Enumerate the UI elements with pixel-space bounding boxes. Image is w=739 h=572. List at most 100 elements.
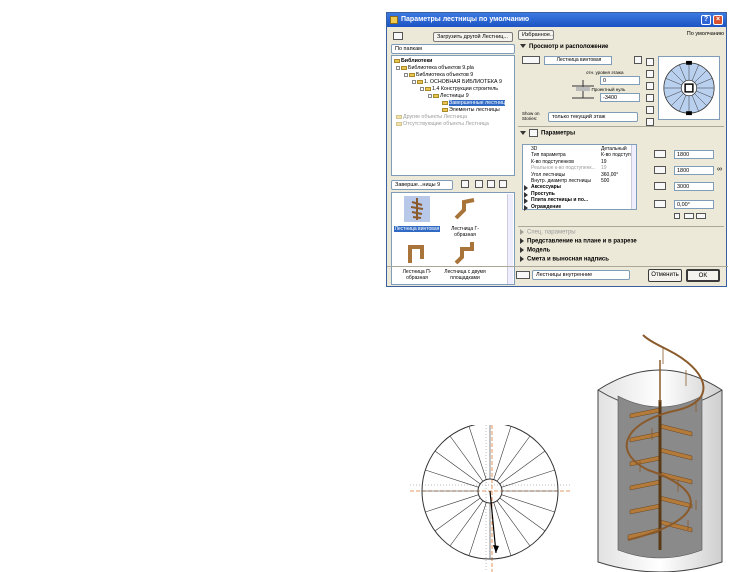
collapse-icon[interactable] xyxy=(396,65,400,70)
collapse-icon[interactable] xyxy=(420,86,424,91)
library-item-list[interactable]: Лестница винтовая Лестница Г-образная Ле… xyxy=(391,192,515,285)
ok-button[interactable]: OK xyxy=(686,269,720,282)
tree-item[interactable]: Лестницы 9 xyxy=(428,93,469,100)
grid-view-icon[interactable] xyxy=(499,180,507,188)
spiral-stair-3d-drawing xyxy=(597,334,723,572)
collapse-icon[interactable] xyxy=(404,72,408,77)
folder-icon xyxy=(433,93,439,98)
listing-label-section[interactable]: Смета и выносная надпись xyxy=(520,256,609,263)
rotation-angle-icon xyxy=(654,200,666,208)
angle-field[interactable]: 0,00° xyxy=(674,200,714,209)
rel-project-field[interactable]: -3400 xyxy=(600,93,640,102)
show-on-dropdown[interactable]: только текущий этаж xyxy=(548,112,638,122)
model-section[interactable]: Модель xyxy=(520,247,550,254)
folder-icon xyxy=(409,72,415,77)
l-stair-icon xyxy=(454,198,475,220)
folder-icon xyxy=(442,107,448,112)
tree-item-selected[interactable]: Завершенные лестниц xyxy=(442,100,506,107)
view-side-icon[interactable] xyxy=(646,70,654,78)
mirror-checkbox[interactable] xyxy=(674,213,680,219)
sort-icon[interactable] xyxy=(475,180,483,188)
folder-icon xyxy=(396,121,402,126)
depth-field[interactable]: 1800 xyxy=(674,166,714,175)
divider xyxy=(518,126,724,127)
tree-item[interactable]: Библиотека объектов 9 xyxy=(404,72,473,79)
tree-item[interactable]: Элементы лестницы xyxy=(442,107,500,114)
scrollbar[interactable] xyxy=(631,145,636,209)
two-landing-stair-icon xyxy=(454,242,474,265)
view-mode-dropdown[interactable]: По папкам xyxy=(391,44,515,54)
view-plan-icon[interactable] xyxy=(646,58,654,66)
spiral-plan-preview xyxy=(663,60,715,116)
tree-item[interactable]: Отсутствующие объекты Лестница xyxy=(396,121,489,128)
help-button[interactable]: ? xyxy=(701,15,711,25)
folder-icon xyxy=(442,100,448,105)
elevation-icon xyxy=(572,80,594,99)
stair-params-icon xyxy=(529,129,538,137)
load-other-stair-button[interactable]: Загрузить другой Лестниц... xyxy=(433,32,513,42)
list-view-icon[interactable] xyxy=(487,180,495,188)
preview-section-header[interactable]: Просмотр и расположение xyxy=(520,44,608,50)
expand-icon xyxy=(520,238,524,244)
collapse-icon[interactable] xyxy=(412,79,416,84)
folder-icon xyxy=(417,79,423,84)
u-stair-icon xyxy=(408,245,424,263)
chain-link-icon[interactable]: ∞ xyxy=(717,166,722,173)
expand-icon xyxy=(520,256,524,262)
width-field[interactable]: 1800 xyxy=(674,150,714,159)
close-button[interactable]: × xyxy=(713,15,723,25)
cancel-button[interactable]: Отменить xyxy=(648,269,682,282)
mirror-x-icon[interactable] xyxy=(684,213,694,219)
tree-item[interactable]: 1. ОСНОВНАЯ БИБЛИОТЕКА 9 xyxy=(412,79,502,86)
stair-name-field: Лестница винтовая xyxy=(544,56,612,65)
walk-line-arrow xyxy=(489,490,497,554)
rel-story-field[interactable]: 0 xyxy=(600,76,640,85)
tree-item[interactable]: Другие объекты Лестница xyxy=(396,114,467,121)
folder-icon xyxy=(394,58,400,63)
library-manager-icon[interactable] xyxy=(393,32,403,40)
folder-icon xyxy=(425,86,431,91)
tree-item[interactable]: 1.4 Конструкции строитель xyxy=(420,86,498,93)
library-tree[interactable]: Библиотеки Библиотека объектов 9.pla Биб… xyxy=(391,55,515,176)
divider xyxy=(518,226,724,227)
height-icon xyxy=(654,182,666,190)
folder-up-icon[interactable] xyxy=(461,180,469,188)
params-section-header[interactable]: Параметры xyxy=(520,129,575,137)
stair-icon xyxy=(390,16,398,24)
stair-settings-dialog: Параметры лестницы по умолчанию ? × Загр… xyxy=(386,12,728,287)
library-item[interactable]: Лестница Г-образная xyxy=(442,196,488,240)
library-item[interactable]: Лестница П-образная xyxy=(394,239,440,283)
layer-dropdown[interactable]: Лестницы внутренние xyxy=(532,270,630,280)
window-title: Параметры лестницы по умолчанию xyxy=(401,16,530,23)
plan-section-section[interactable]: Представление на плане и в разрезе xyxy=(520,238,637,245)
folder-dropdown[interactable]: Заверше...ницы 9 xyxy=(391,180,453,190)
height-field[interactable]: 3000 xyxy=(674,182,714,191)
prev-next-icon[interactable] xyxy=(522,56,540,64)
spiral-stair-plan-drawing xyxy=(410,425,570,572)
expand-icon xyxy=(524,185,528,192)
expand-icon xyxy=(524,198,528,205)
library-item[interactable]: Лестница винтовая xyxy=(394,196,440,240)
library-item[interactable]: Лестница с двумя площадками xyxy=(442,239,488,283)
collapse-icon xyxy=(520,131,526,135)
settings-pane: Избранное... По умолчанию Просмотр и рас… xyxy=(387,30,728,285)
collapse-icon[interactable] xyxy=(428,93,432,98)
expand-icon xyxy=(524,204,528,211)
mirror-y-icon[interactable] xyxy=(696,213,706,219)
tree-item[interactable]: Библиотека объектов 9.pla xyxy=(396,65,474,72)
favorites-button[interactable]: Избранное... xyxy=(518,30,554,40)
divider xyxy=(387,266,728,267)
expand-icon xyxy=(524,191,528,198)
scrollbar[interactable] xyxy=(507,194,513,284)
next-icon[interactable] xyxy=(634,56,642,64)
view-3d-icon[interactable] xyxy=(646,94,654,102)
params-list[interactable]: 3D Детальный Тип параметра К-во подступе К… xyxy=(522,144,637,211)
view-front-icon[interactable] xyxy=(646,82,654,90)
view-section-icon[interactable] xyxy=(646,118,654,126)
view-axon-icon[interactable] xyxy=(646,106,654,114)
library-pane: Загрузить другой Лестниц... По папкам Би… xyxy=(391,30,515,285)
special-params-section: Спец. параметры xyxy=(520,229,576,236)
spiral-stair-icon xyxy=(404,196,430,222)
tree-item[interactable]: Библиотеки xyxy=(394,58,432,65)
collapse-icon xyxy=(520,44,526,49)
